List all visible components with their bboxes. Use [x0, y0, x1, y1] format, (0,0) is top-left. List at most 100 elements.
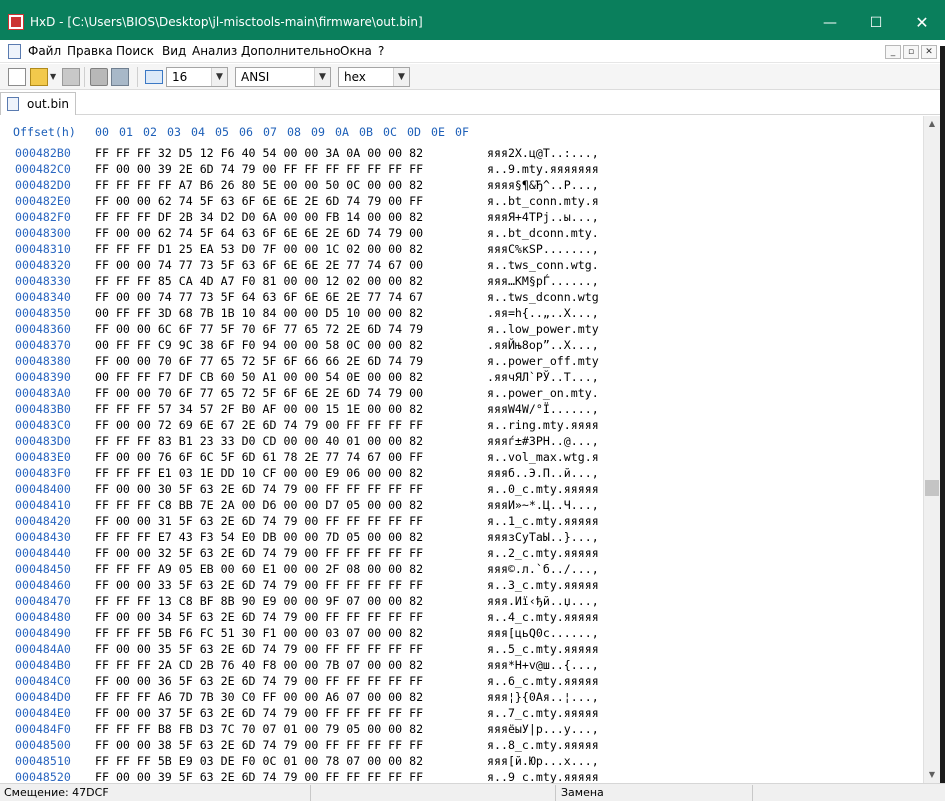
row-decoded-text[interactable]: яяяС%кSР.......‚ — [487, 242, 599, 256]
row-decoded-text[interactable]: я..6_c.mty.яяяяя — [487, 674, 599, 688]
row-decoded-text[interactable]: яяя©.л.`б../...‚ — [487, 562, 599, 576]
hex-row[interactable]: 000484B0 FF FF FF 2A CD 2B 76 40 F8 00 00… — [0, 658, 923, 674]
hex-row[interactable]: 000482B0 FF FF FF 32 D5 12 F6 40 54 00 00… — [0, 146, 923, 162]
hex-row[interactable]: 00048340 FF 00 00 74 77 73 5F 64 63 6F 6E… — [0, 290, 923, 306]
row-decoded-text[interactable]: яяя*Н+v@ш..{...‚ — [487, 658, 599, 672]
row-hex-bytes[interactable]: FF FF FF D1 25 EA 53 D0 7F 00 00 1C 02 0… — [95, 242, 423, 256]
mdi-close-button[interactable]: ✕ — [921, 45, 937, 59]
row-decoded-text[interactable]: яяя.Иї‹ђй..џ...‚ — [487, 594, 599, 608]
row-decoded-text[interactable]: я..power_off.mty — [487, 354, 599, 368]
row-hex-bytes[interactable]: FF FF FF 5B F6 FC 51 30 F1 00 00 03 07 0… — [95, 626, 423, 640]
charset-select[interactable]: ANSI ▼ — [235, 67, 331, 87]
hex-row[interactable]: 000483B0 FF FF FF 57 34 57 2F B0 AF 00 00… — [0, 402, 923, 418]
row-decoded-text[interactable]: я..0_c.mty.яяяяя — [487, 482, 599, 496]
hex-row[interactable]: 00048300 FF 00 00 62 74 5F 64 63 6F 6E 6E… — [0, 226, 923, 242]
row-hex-bytes[interactable]: FF 00 00 74 77 73 5F 64 63 6F 6E 6E 2E 7… — [95, 290, 423, 304]
row-decoded-text[interactable]: яяя[цьQ0с......‚ — [487, 626, 599, 640]
menu-help[interactable]: ? — [378, 44, 384, 58]
vertical-scrollbar[interactable]: ▲ ▼ — [923, 116, 940, 783]
chevron-down-icon[interactable]: ▼ — [211, 68, 227, 86]
row-decoded-text[interactable]: я..5_c.mty.яяяяя — [487, 642, 599, 656]
row-decoded-text[interactable]: я..tws_dconn.wtg — [487, 290, 599, 304]
row-hex-bytes[interactable]: FF 00 00 70 6F 77 65 72 5F 6F 6E 2E 6D 7… — [95, 386, 423, 400]
scroll-up-arrow-icon[interactable]: ▲ — [924, 116, 940, 132]
hex-row[interactable]: 000484D0 FF FF FF A6 7D 7B 30 C0 FF 00 00… — [0, 690, 923, 706]
row-hex-bytes[interactable]: 00 FF FF F7 DF CB 60 50 A1 00 00 54 0E 0… — [95, 370, 423, 384]
hex-row[interactable]: 00048480 FF 00 00 34 5F 63 2E 6D 74 79 00… — [0, 610, 923, 626]
hex-row[interactable]: 00048310 FF FF FF D1 25 EA 53 D0 7F 00 00… — [0, 242, 923, 258]
row-decoded-text[interactable]: я..power_on.mty. — [487, 386, 599, 400]
hex-row[interactable]: 000484F0 FF FF FF B8 FB D3 7C 70 07 01 00… — [0, 722, 923, 738]
hex-row[interactable]: 00048520 FF 00 00 39 5F 63 2E 6D 74 79 00… — [0, 770, 923, 783]
menu-windows[interactable]: Окна — [340, 44, 372, 58]
row-hex-bytes[interactable]: FF FF FF 2A CD 2B 76 40 F8 00 00 7B 07 0… — [95, 658, 423, 672]
row-hex-bytes[interactable]: FF 00 00 76 6F 6C 5F 6D 61 78 2E 77 74 6… — [95, 450, 423, 464]
hex-row[interactable]: 00048380 FF 00 00 70 6F 77 65 72 5F 6F 66… — [0, 354, 923, 370]
row-decoded-text[interactable]: я..9_c.mty.яяяяя — [487, 770, 599, 783]
hex-row[interactable]: 000484E0 FF 00 00 37 5F 63 2E 6D 74 79 00… — [0, 706, 923, 722]
row-hex-bytes[interactable]: FF FF FF A9 05 EB 00 60 E1 00 00 2F 08 0… — [95, 562, 423, 576]
row-hex-bytes[interactable]: FF 00 00 72 69 6E 67 2E 6D 74 79 00 FF F… — [95, 418, 423, 432]
document-system-menu-icon[interactable] — [8, 44, 21, 59]
hex-row[interactable]: 000483A0 FF 00 00 70 6F 77 65 72 5F 6F 6E… — [0, 386, 923, 402]
row-hex-bytes[interactable]: FF FF FF C8 BB 7E 2A 00 D6 00 00 D7 05 0… — [95, 498, 423, 512]
chevron-down-icon[interactable]: ▼ — [314, 68, 330, 86]
hex-row[interactable]: 00048350 00 FF FF 3D 68 7B 1B 10 84 00 00… — [0, 306, 923, 322]
row-decoded-text[interactable]: яяязCуTаЫ..}...‚ — [487, 530, 599, 544]
scroll-down-arrow-icon[interactable]: ▼ — [924, 767, 940, 783]
menu-search[interactable]: Поиск — [116, 44, 154, 58]
row-decoded-text[interactable]: я..tws_conn.wtg. — [487, 258, 599, 272]
hex-row[interactable]: 00048490 FF FF FF 5B F6 FC 51 30 F1 00 00… — [0, 626, 923, 642]
row-decoded-text[interactable]: яяяб..Э.П..й...‚ — [487, 466, 599, 480]
hex-row[interactable]: 000483D0 FF FF FF 83 B1 23 33 D0 CD 00 00… — [0, 434, 923, 450]
row-decoded-text[interactable]: я..7_c.mty.яяяяя — [487, 706, 599, 720]
row-decoded-text[interactable]: яяяёыУ|p...y...‚ — [487, 722, 599, 736]
row-hex-bytes[interactable]: FF FF FF B8 FB D3 7C 70 07 01 00 79 05 0… — [95, 722, 423, 736]
hex-row[interactable]: 00048400 FF 00 00 30 5F 63 2E 6D 74 79 00… — [0, 482, 923, 498]
row-hex-bytes[interactable]: FF 00 00 39 5F 63 2E 6D 74 79 00 FF FF F… — [95, 770, 423, 783]
hex-row[interactable]: 00048390 00 FF FF F7 DF CB 60 50 A1 00 00… — [0, 370, 923, 386]
row-decoded-text[interactable]: яяя2Х.ц@T..:...‚ — [487, 146, 599, 160]
row-hex-bytes[interactable]: FF FF FF E1 03 1E DD 10 CF 00 00 E9 06 0… — [95, 466, 423, 480]
mdi-minimize-button[interactable]: _ — [885, 45, 901, 59]
row-decoded-text[interactable]: .яячЯЛ`PЎ..T...‚ — [487, 370, 599, 384]
hex-row[interactable]: 000482E0 FF 00 00 62 74 5F 63 6F 6E 6E 2E… — [0, 194, 923, 210]
bytes-per-row-select[interactable]: 16 ▼ — [166, 67, 228, 87]
row-hex-bytes[interactable]: FF FF FF 85 CA 4D A7 F0 81 00 00 12 02 0… — [95, 274, 423, 288]
row-hex-bytes[interactable]: FF 00 00 62 74 5F 63 6F 6E 6E 2E 6D 74 7… — [95, 194, 423, 208]
hex-row[interactable]: 00048420 FF 00 00 31 5F 63 2E 6D 74 79 00… — [0, 514, 923, 530]
offset-base-select[interactable]: hex ▼ — [338, 67, 410, 87]
row-decoded-text[interactable]: яяяѓ±#3РН..@...‚ — [487, 434, 599, 448]
new-file-icon[interactable] — [8, 68, 26, 86]
row-decoded-text[interactable]: яяяW4W/°Ї......‚ — [487, 402, 599, 416]
hex-row[interactable]: 00048500 FF 00 00 38 5F 63 2E 6D 74 79 00… — [0, 738, 923, 754]
row-hex-bytes[interactable]: FF 00 00 74 77 73 5F 63 6F 6E 6E 2E 77 7… — [95, 258, 423, 272]
row-hex-bytes[interactable]: FF 00 00 36 5F 63 2E 6D 74 79 00 FF FF F… — [95, 674, 423, 688]
row-hex-bytes[interactable]: FF 00 00 39 2E 6D 74 79 00 FF FF FF FF F… — [95, 162, 423, 176]
menu-extras[interactable]: Дополнительно — [241, 44, 341, 58]
row-hex-bytes[interactable]: FF FF FF 57 34 57 2F B0 AF 00 00 15 1E 0… — [95, 402, 423, 416]
row-decoded-text[interactable]: яяяЯ+4ТРj..ы...‚ — [487, 210, 599, 224]
hex-row[interactable]: 00048470 FF FF FF 13 C8 BF 8B 90 E9 00 00… — [0, 594, 923, 610]
open-disk-icon[interactable] — [90, 68, 108, 86]
row-hex-bytes[interactable]: FF 00 00 62 74 5F 64 63 6F 6E 6E 2E 6D 7… — [95, 226, 423, 240]
row-decoded-text[interactable]: я..4_c.mty.яяяяя — [487, 610, 599, 624]
hex-row[interactable]: 00048370 00 FF FF C9 9C 38 6F F0 94 00 00… — [0, 338, 923, 354]
mdi-restore-button[interactable]: ▫ — [903, 45, 919, 59]
row-decoded-text[interactable]: я..vol_max.wtg.я — [487, 450, 599, 464]
hex-row[interactable]: 00048510 FF FF FF 5B E9 03 DE F0 0C 01 00… — [0, 754, 923, 770]
hex-row[interactable]: 000483E0 FF 00 00 76 6F 6C 5F 6D 61 78 2E… — [0, 450, 923, 466]
hex-row[interactable]: 000484C0 FF 00 00 36 5F 63 2E 6D 74 79 00… — [0, 674, 923, 690]
hex-editor[interactable]: Offset(h) 00 01 02 03 04 05 06 07 08 09 0A 0B 0C 0D 0E… — [0, 116, 923, 783]
open-file-icon[interactable] — [30, 68, 48, 86]
hex-row[interactable]: 000484A0 FF 00 00 35 5F 63 2E 6D 74 79 00… — [0, 642, 923, 658]
row-hex-bytes[interactable]: FF FF FF 32 D5 12 F6 40 54 00 00 3A 0A 0… — [95, 146, 423, 160]
hex-row[interactable]: 000482F0 FF FF FF DF 2B 34 D2 D0 6A 00 00… — [0, 210, 923, 226]
open-ram-icon[interactable] — [111, 68, 129, 86]
row-hex-bytes[interactable]: FF 00 00 38 5F 63 2E 6D 74 79 00 FF FF F… — [95, 738, 423, 752]
row-hex-bytes[interactable]: FF FF FF FF A7 B6 26 80 5E 00 00 50 0C 0… — [95, 178, 423, 192]
row-hex-bytes[interactable]: FF 00 00 6C 6F 77 5F 70 6F 77 65 72 2E 6… — [95, 322, 423, 336]
row-decoded-text[interactable]: яяя¦}{0Ая..¦...‚ — [487, 690, 599, 704]
row-hex-bytes[interactable]: FF 00 00 32 5F 63 2E 6D 74 79 00 FF FF F… — [95, 546, 423, 560]
row-hex-bytes[interactable]: FF FF FF 5B E9 03 DE F0 0C 01 00 78 07 0… — [95, 754, 423, 768]
